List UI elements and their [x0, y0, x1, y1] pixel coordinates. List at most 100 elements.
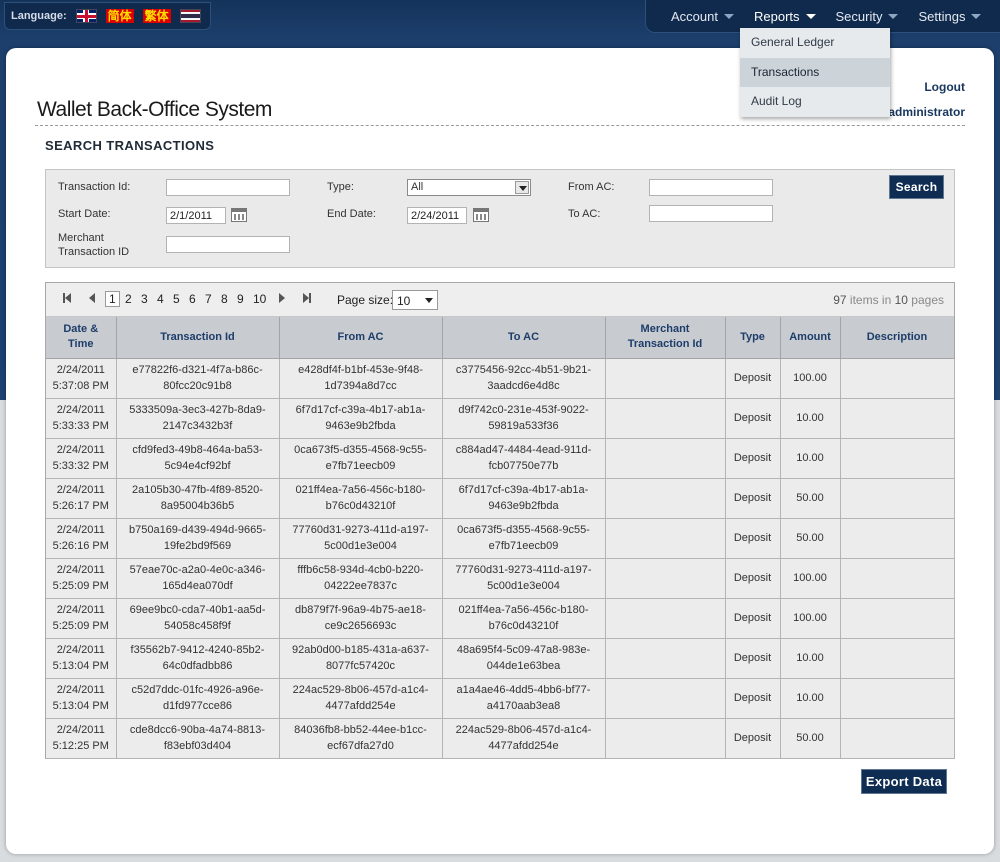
transaction-id-cell-text: b750a169-d439-494d-9665- [128, 524, 266, 536]
to-ac-cell: a1a4ae46-4dd5-4bb6-bf77- a4170aab3ea8 [441, 677, 606, 719]
page-size-value: 10 [397, 294, 411, 308]
date-time-cell: 2/24/2011 5:26:17 PM [46, 477, 117, 519]
page-link[interactable]: 8 [221, 292, 228, 306]
simplified-chinese-link[interactable]: 简体 [105, 9, 134, 23]
last-page-icon[interactable] [303, 293, 311, 303]
merchant-transaction-id-cell [604, 597, 726, 639]
to-ac-cell-text: 9463e9b2fbda [488, 500, 559, 512]
from-ac-cell-text: db879f7f-96a9-4b75-ae18- [295, 604, 426, 616]
page-link[interactable]: 7 [205, 292, 212, 306]
from-ac-cell: 021ff4ea-7a56-456c-b180- b76c0d43210f [278, 477, 443, 519]
column-header[interactable]: From AC [278, 317, 443, 359]
column-header[interactable]: Date & Time [46, 317, 117, 359]
nav-account[interactable]: Account [671, 9, 734, 24]
table-row[interactable]: 2/24/2011 5:26:16 PM b750a169-d439-494d-96… [46, 517, 955, 559]
column-header[interactable]: Type [724, 317, 781, 359]
amount-cell-text: 10.00 [796, 412, 824, 424]
type-cell: Deposit [724, 437, 781, 479]
menu-item-general-ledger[interactable]: General Ledger [740, 28, 890, 58]
page-link[interactable]: 1 [105, 291, 120, 307]
table-row[interactable]: 2/24/2011 5:25:09 PM 69ee9bc0-cda7-40b1-aa… [46, 597, 955, 639]
date-time-cell-text: 5:37:08 PM [52, 380, 109, 392]
export-data-button[interactable]: Export Data [861, 769, 947, 794]
transaction-id-input[interactable] [166, 179, 290, 196]
menu-item-transactions[interactable]: Transactions [740, 57, 890, 88]
thai-flag-icon[interactable] [179, 9, 201, 23]
date-time-cell-text: 2/24/2011 [56, 684, 105, 696]
english-flag-icon[interactable] [75, 9, 97, 23]
table-row[interactable]: 2/24/2011 5:26:17 PM 2a105b30-47fb-4f89-85… [46, 477, 955, 519]
traditional-chinese-link[interactable]: 繁体 [142, 9, 171, 23]
column-header[interactable]: Transaction Id [115, 317, 280, 359]
description-cell [839, 357, 955, 399]
table-row[interactable]: 2/24/2011 5:37:08 PM e77822f6-d321-4f7a-b8… [46, 357, 955, 399]
menu-item-audit-log[interactable]: Audit Log [740, 87, 890, 117]
nav-reports-label: Reports [753, 8, 800, 24]
start-date-label: Start Date: [58, 208, 111, 220]
next-page-icon[interactable] [279, 293, 285, 303]
merchant-transaction-id-input[interactable] [166, 236, 290, 253]
merchant-transaction-id-label-line2: Transaction ID [58, 246, 130, 258]
column-header[interactable]: Amount [779, 317, 841, 359]
prev-page-icon[interactable] [89, 293, 95, 303]
start-date-input[interactable]: 2/1/2011 [166, 207, 226, 224]
transaction-id-cell-text: cfd9fed3-49b8-464a-ba53- [132, 444, 263, 456]
chevron-down-icon [888, 13, 899, 19]
to-ac-input[interactable] [649, 205, 773, 222]
search-button[interactable]: Search [889, 175, 944, 199]
page-link[interactable]: 6 [189, 292, 196, 306]
transactions-table: Date & Time Transaction Id From AC To AC Merc… [46, 317, 955, 759]
column-header[interactable]: Merchant Transaction Id [604, 317, 726, 359]
items-summary: 97 items in 10 pages [833, 293, 944, 307]
date-time-cell-text: 2/24/2011 [56, 524, 105, 536]
type-cell: Deposit [724, 477, 781, 519]
amount-cell-text: 100.00 [793, 612, 827, 624]
column-header[interactable]: Description [839, 317, 955, 359]
table-row[interactable]: 2/24/2011 5:13:04 PM f35562b7-9412-4240-85… [46, 637, 955, 679]
page-link[interactable]: 5 [173, 292, 180, 306]
date-time-cell: 2/24/2011 5:13:04 PM [46, 677, 117, 719]
table-row[interactable]: 2/24/2011 5:12:25 PM cde8dcc6-90ba-4a74-88… [46, 717, 955, 759]
nav-reports[interactable]: Reports [754, 9, 816, 24]
to-ac-cell-text: b76c0d43210f [488, 620, 559, 632]
column-header-label: Transaction Id [627, 338, 703, 351]
transaction-id-cell: c52d7ddc-01fc-4926-a96e-d1fd977cce86 [115, 677, 280, 719]
end-date-input[interactable]: 2/24/2011 [407, 207, 467, 224]
to-ac-cell-text: e7fb71eecb09 [488, 540, 559, 552]
nav-security[interactable]: Security [836, 9, 899, 24]
first-page-icon[interactable] [63, 293, 71, 303]
table-row[interactable]: 2/24/2011 5:25:09 PM 57eae70c-a2a0-4e0c-a3… [46, 557, 955, 599]
type-select[interactable]: All [407, 179, 531, 196]
username-link[interactable]: administrator [888, 105, 965, 119]
page-link[interactable]: 10 [253, 292, 266, 306]
type-cell: Deposit [724, 517, 781, 559]
type-cell-text: Deposit [733, 692, 772, 704]
title-divider [35, 125, 965, 126]
description-cell [839, 557, 955, 599]
page-size-select[interactable]: 10 [392, 290, 438, 310]
nav-settings[interactable]: Settings [918, 9, 982, 24]
date-time-cell-text: 2/24/2011 [56, 364, 105, 376]
table-row[interactable]: 2/24/2011 5:13:04 PM c52d7ddc-01fc-4926-a9… [46, 677, 955, 719]
table-header-row: Date & Time Transaction Id From AC To AC Merc… [46, 317, 955, 359]
table-row[interactable]: 2/24/2011 5:33:33 PM 5333509a-3ec3-427b-8d… [46, 397, 955, 439]
chevron-down-icon [723, 13, 734, 19]
column-header[interactable]: To AC [441, 317, 606, 359]
table-row[interactable]: 2/24/2011 5:33:32 PM cfd9fed3-49b8-464a-ba… [46, 437, 955, 479]
logout-link[interactable]: Logout [924, 80, 965, 94]
page-link[interactable]: 9 [237, 292, 244, 306]
page-link[interactable]: 4 [157, 292, 164, 306]
calendar-icon[interactable] [473, 208, 489, 222]
amount-cell: 50.00 [779, 717, 841, 759]
page-link[interactable]: 2 [125, 292, 132, 306]
page-link[interactable]: 3 [141, 292, 148, 306]
pages-text: pages [911, 293, 944, 307]
page-size-label: Page size: [337, 293, 394, 307]
from-ac-input[interactable] [649, 179, 773, 196]
transaction-id-cell-text: f83ebf03d404 [163, 740, 232, 752]
transaction-id-cell-text: 2147c3432b3f [162, 420, 233, 432]
to-ac-cell: 6f7d17cf-c39a-4b17-ab1a- 9463e9b2fbda [441, 477, 606, 519]
calendar-icon[interactable] [231, 208, 247, 222]
type-cell-text: Deposit [733, 412, 772, 424]
items-in-text: items in [849, 293, 892, 307]
